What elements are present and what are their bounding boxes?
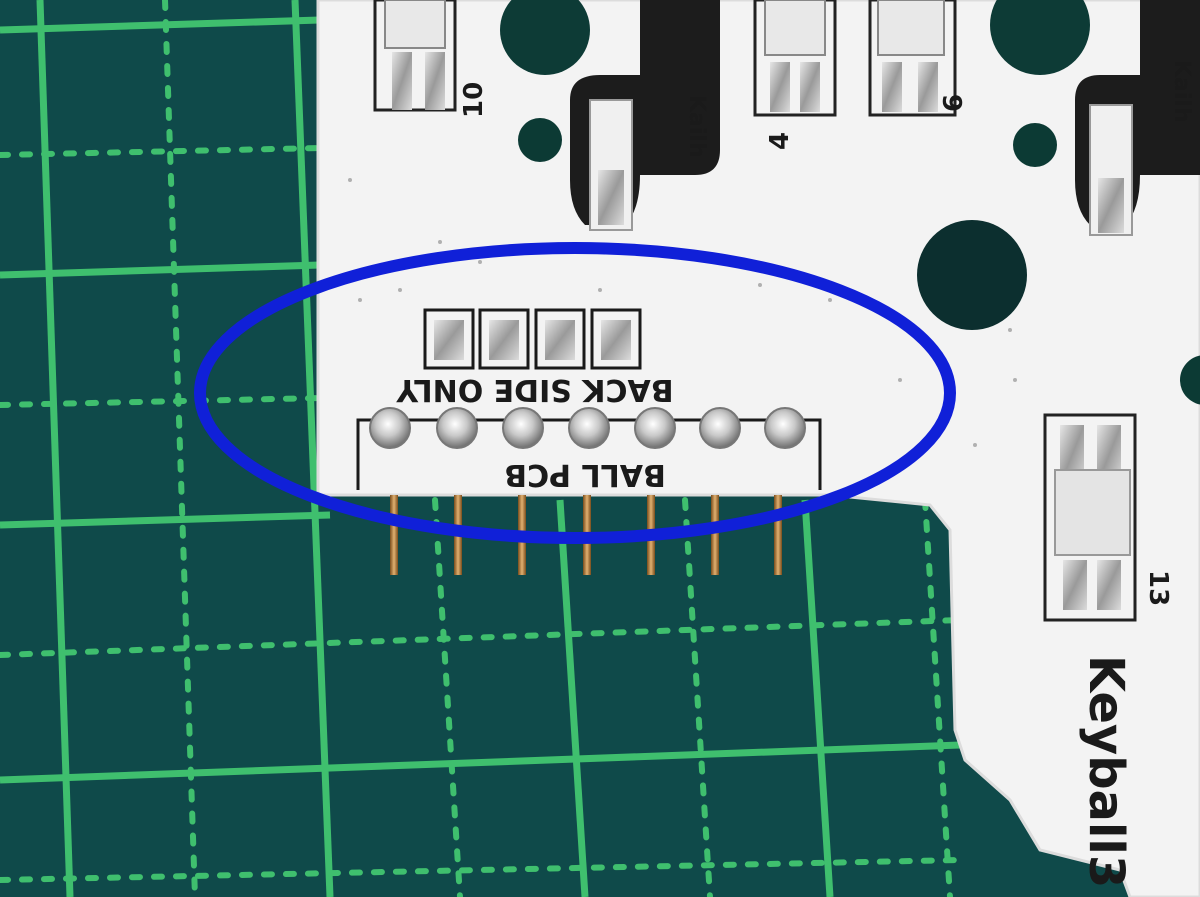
key-number-13: 13: [1143, 570, 1173, 606]
svg-text:Kailh: Kailh: [684, 95, 709, 158]
key-number-6: 6: [939, 94, 969, 112]
pcb-photo: Kailh Kailh 10 4 6 13 Keyball3 BACK SIDE…: [0, 0, 1200, 897]
svg-text:Kailh: Kailh: [1169, 60, 1194, 123]
key-number-10: 10: [459, 82, 489, 118]
mounting-hole: [1013, 123, 1057, 167]
back-side-only-label: BACK SIDE ONLY: [395, 372, 673, 407]
mounting-hole: [518, 118, 562, 162]
key-number-4: 4: [765, 132, 795, 150]
ball-pcb-label: BALL PCB: [504, 457, 666, 492]
mounting-hole: [917, 220, 1027, 330]
board-name-label: Keyball3: [1078, 655, 1134, 888]
